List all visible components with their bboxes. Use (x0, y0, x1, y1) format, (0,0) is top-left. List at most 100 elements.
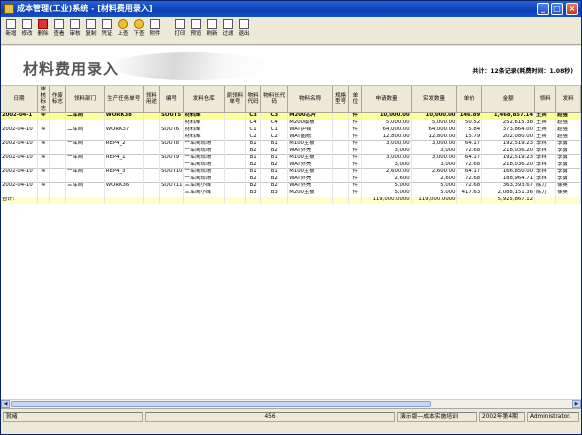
column-header[interactable]: 原领料单号 (224, 86, 246, 113)
column-header[interactable]: 申请数量 (361, 86, 412, 113)
table-cell: B1 (245, 168, 262, 176)
table-cell (65, 119, 105, 127)
table-cell: 件 (348, 168, 363, 176)
table-cell: SOUT8 (159, 140, 184, 148)
table-cell (65, 161, 105, 169)
close-button[interactable]: × (566, 3, 578, 15)
column-header[interactable]: 规格型号 (332, 86, 350, 113)
table-cell: C4 (245, 119, 262, 127)
table-cell (1, 175, 38, 183)
table-cell: B1 (245, 154, 262, 162)
minimize-button[interactable]: _ (537, 3, 549, 15)
toolbar-button-print[interactable]: 打印 (173, 19, 187, 43)
print-icon (175, 19, 185, 29)
table-cell (456, 196, 483, 204)
maximize-button[interactable]: □ (551, 3, 563, 15)
total-row: 合计: 119,000.0000 119,000.0000 5,925,867.12 (1, 196, 581, 204)
data-grid-area[interactable]: 日期 审核标志 作废标志 领料部门 生产任务单号 领料用途 编号 发料仓库 原领料单号 物料代码物… (1, 86, 581, 399)
material-cost-table[interactable]: 日期 审核标志 作废标志 领料部门 生产任务单号 领料用途 编号 发料仓库 原领料单号 物料代码物… (1, 86, 581, 204)
table-row[interactable]: 2002-04-10 ※ 一车间 REP4_1 SOUT9 一车间现场 B1 B1 M100主板… (1, 154, 581, 162)
column-header[interactable]: 审核标志 (37, 86, 50, 113)
table-cell: 材料库 (183, 112, 225, 120)
table-cell: 5,000.00 (411, 119, 458, 127)
table-row[interactable]: 三车间小库 B3 B3 M200主板件 5,000 5,000 417.63 2,088,15… (1, 189, 581, 197)
column-header[interactable]: 编号 (159, 86, 184, 113)
table-cell: 5,000 (411, 182, 458, 190)
toolbar-button-delete[interactable]: 删除 (36, 19, 50, 43)
table-cell (332, 182, 350, 190)
table-row[interactable]: 一车间现场 B2 B2 WAT外壳件 2,600 2,600 72.68 188,964.71… (1, 175, 581, 183)
toolbar-button-preview[interactable]: 预览 (189, 19, 203, 43)
toolbar-button-refresh[interactable]: 刷新 (205, 19, 219, 43)
column-header[interactable]: 日期 (1, 86, 38, 113)
table-row[interactable]: 2002-04-1 ※ 二车间 WORK38 SOUT5 材料库 C3 C3 M200芯片件 10… (1, 112, 581, 120)
column-header[interactable]: 实发数量 (411, 86, 458, 113)
column-header[interactable]: 金额 (481, 86, 536, 113)
table-cell: 赵强 (555, 133, 581, 141)
table-row[interactable]: 2002-04-10 ※ 二车间 WORK37 SOUT6 材料库 C1 C1 WAT护钱件 64… (1, 126, 581, 134)
column-header[interactable]: 单价 (456, 86, 483, 113)
table-cell: 一车间现场 (183, 147, 225, 155)
table-cell: 12,800.00 (411, 133, 458, 141)
column-header[interactable]: 领料 (534, 86, 557, 113)
toolbar-button-label: 过滤 (222, 31, 234, 37)
table-cell (49, 189, 67, 197)
column-header[interactable]: 发料仓库 (183, 86, 225, 113)
table-row[interactable]: 2002-04-10 ※ 三车间 WORK36 SOUT11 三车间小库 B2 B2 WAT外壳… (1, 182, 581, 190)
column-header[interactable]: 生产任务单号 (104, 86, 144, 113)
title-bar[interactable]: 成本管理(工业)系统 - [材料费用录入] _ □ × (1, 1, 581, 17)
table-cell (159, 175, 184, 183)
table-cell (49, 126, 67, 134)
table-cell (224, 119, 246, 127)
column-header[interactable]: 物料长代码 (260, 86, 289, 113)
toolbar-button-attach[interactable]: 附件 (148, 19, 162, 43)
table-cell (260, 196, 289, 204)
column-header[interactable]: 领料部门 (65, 86, 105, 113)
table-row[interactable]: 材料库 C4 C4 M200模板件 5,000.00 5,000.00 50.52 252,6… (1, 119, 581, 127)
scroll-left-icon[interactable]: ◀ (1, 400, 10, 408)
column-header[interactable]: 物料名称 (287, 86, 333, 113)
column-header[interactable]: 单位 (348, 86, 363, 113)
column-header[interactable]: 领料用途 (143, 86, 161, 113)
toolbar-button-filter[interactable]: 过滤 (221, 19, 235, 43)
column-header[interactable]: 物料代码 (245, 86, 262, 113)
table-cell: 64.17 (456, 140, 483, 148)
table-cell: 三车间 (65, 182, 105, 190)
toolbar-button-down-query[interactable]: 下查 (132, 19, 146, 43)
table-cell (143, 112, 161, 120)
table-cell: 192,519.23 (481, 154, 536, 162)
toolbar-button-exit[interactable]: 退出 (237, 19, 251, 43)
table-row[interactable]: 2002-04-10 ※ 一车间 REP4_3 SOUT10 一车间现场 B1 B1 M100主… (1, 168, 581, 176)
table-cell: 72.68 (456, 175, 483, 183)
scrollbar-thumb[interactable] (11, 401, 431, 407)
table-cell: 三车间小库 (183, 182, 225, 190)
table-cell: 166,850.00 (481, 168, 536, 176)
table-cell (159, 119, 184, 127)
view-icon (54, 19, 64, 29)
table-cell: C1 (260, 126, 289, 134)
table-cell (245, 196, 262, 204)
table-row[interactable]: 一车间现场 B2 B2 WAT外壳件 3,000 3,000 72.68 218,036.20… (1, 147, 581, 155)
toolbar-button-audit[interactable]: 审核 (68, 19, 82, 43)
table-cell: B2 (260, 161, 289, 169)
toolbar-button-new-doc[interactable]: 新增 (4, 19, 18, 43)
table-cell (224, 196, 246, 204)
horizontal-scrollbar[interactable]: ◀ ▶ (1, 399, 581, 408)
table-cell: C4 (260, 119, 289, 127)
toolbar-button-view[interactable]: 查看 (52, 19, 66, 43)
table-cell (332, 112, 350, 120)
table-cell: 2,088,151.36 (481, 189, 536, 197)
toolbar-button-voucher[interactable]: 凭证 (100, 19, 114, 43)
column-header[interactable]: 发料 (555, 86, 581, 113)
table-cell (1, 147, 38, 155)
table-row[interactable]: 2002-04-10 ※ 一车间 REP4_2 SOUT8 一车间现场 B1 B1 M100主板… (1, 140, 581, 148)
table-cell: 15.79 (456, 133, 483, 141)
column-header[interactable]: 作废标志 (49, 86, 67, 113)
table-row[interactable]: 材料库 C2 C2 WAT图纸件 12,800.00 12,800.00 15.79 202,… (1, 133, 581, 141)
toolbar-button-edit[interactable]: 修改 (20, 19, 34, 43)
table-cell: 李林 (534, 140, 557, 148)
table-row[interactable]: 一车间现场 B2 B2 WAT外壳件 3,000 3,000 72.68 218,036.20… (1, 161, 581, 169)
scroll-right-icon[interactable]: ▶ (572, 400, 581, 408)
toolbar-button-copy[interactable]: 复制 (84, 19, 98, 43)
toolbar-button-up-query[interactable]: 上查 (116, 19, 130, 43)
